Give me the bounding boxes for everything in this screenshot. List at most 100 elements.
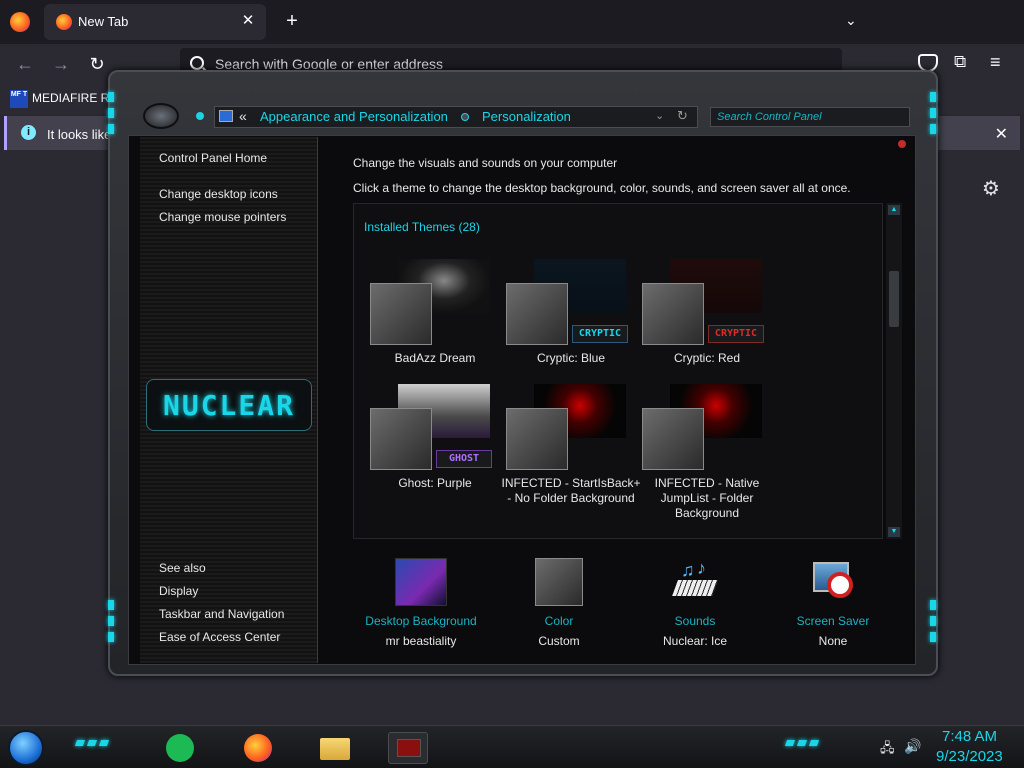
theme-swatch xyxy=(506,283,568,345)
sidebar-item-ease-of-access[interactable]: Ease of Access Center xyxy=(159,630,280,644)
notification-text: It looks like xyxy=(47,127,112,142)
bookmark-mediafire[interactable]: MEDIAFIRE RO xyxy=(32,91,119,105)
theme-swatch xyxy=(642,283,704,345)
start-button[interactable] xyxy=(8,730,44,766)
desktop-background-item[interactable]: Desktop Background mr beastiality xyxy=(356,558,486,648)
theme-name: INFECTED - Native JumpList - Folder Back… xyxy=(654,476,760,520)
clock-date[interactable]: 9/23/2023 xyxy=(936,748,1003,765)
firefox-favicon-icon xyxy=(56,14,72,30)
nuclear-logo-text: NUCLEAR xyxy=(162,388,295,422)
mediafire-icon: MF T xyxy=(10,90,28,108)
sidebar-item-home[interactable]: Control Panel Home xyxy=(159,151,267,165)
close-dot-icon[interactable] xyxy=(898,140,906,148)
theme-tag: CRYPTIC xyxy=(572,325,628,343)
forward-button[interactable]: → xyxy=(50,54,72,76)
desktop-background-value: mr beastiality xyxy=(385,634,457,648)
theme-ghost-purple[interactable]: GHOST Ghost: Purple xyxy=(370,384,500,514)
page-subtitle: Click a theme to change the desktop back… xyxy=(353,181,851,195)
breadcrumb-personalization[interactable]: Personalization xyxy=(482,109,571,124)
frame-led xyxy=(930,108,936,118)
list-tabs-button[interactable]: ⌄ xyxy=(845,12,857,29)
screen-saver-item[interactable]: Screen Saver None xyxy=(768,558,898,648)
network-icon[interactable]: 🖧 xyxy=(880,739,895,761)
sidebar-item-taskbar[interactable]: Taskbar and Navigation xyxy=(159,607,284,621)
forward-dot-icon[interactable] xyxy=(196,112,204,120)
gear-icon[interactable]: ⚙ xyxy=(982,176,1000,201)
theme-name: BadAzz Dream xyxy=(394,351,476,365)
theme-swatch xyxy=(370,283,432,345)
taskbar-led xyxy=(808,740,820,746)
theme-swatch xyxy=(370,408,432,470)
extensions-icon[interactable]: ⧉ xyxy=(954,52,966,72)
sidebar: Control Panel Home Change desktop icons … xyxy=(140,137,318,663)
tab-new-tab[interactable]: New Tab ✕ xyxy=(44,4,266,40)
screen-saver-value: None xyxy=(818,634,848,648)
frame-led xyxy=(930,92,936,102)
volume-icon[interactable]: 🔊 xyxy=(904,738,921,755)
theme-tag: CRYPTIC xyxy=(708,325,764,343)
refresh-icon[interactable]: ↻ xyxy=(677,108,688,124)
control-panel-icon xyxy=(397,739,421,757)
breadcrumb-separator-icon xyxy=(461,113,469,121)
hamburger-menu-icon[interactable]: ≡ xyxy=(990,52,1001,73)
color-link[interactable]: Color xyxy=(494,614,624,628)
frame-led xyxy=(108,632,114,642)
tab-title: New Tab xyxy=(78,14,129,29)
sounds-link[interactable]: Sounds xyxy=(630,614,760,628)
frame-led xyxy=(930,632,936,642)
chevron-left-icon[interactable]: « xyxy=(239,108,247,124)
frame-led xyxy=(108,600,114,610)
theme-infected-startisback[interactable]: INFECTED - StartIsBack+ - No Folder Back… xyxy=(501,384,641,514)
chevron-down-icon[interactable]: ⌄ xyxy=(655,109,664,122)
firefox-icon[interactable] xyxy=(10,12,30,32)
scroll-up-button[interactable]: ▲ xyxy=(888,205,900,215)
breadcrumb-appearance[interactable]: Appearance and Personalization xyxy=(260,109,448,124)
theme-cryptic-blue[interactable]: CRYPTIC Cryptic: Blue xyxy=(506,259,636,389)
theme-tag: GHOST xyxy=(436,450,492,468)
themes-scrollbar[interactable]: ▲ ▼ xyxy=(886,203,902,539)
theme-badazz-dream[interactable]: BadAzz Dream xyxy=(370,259,500,389)
theme-swatch xyxy=(506,408,568,470)
browser-tab-bar: New Tab ✕ + ⌄ xyxy=(0,0,1024,44)
firefox-icon xyxy=(244,734,272,762)
nuclear-logo: NUCLEAR xyxy=(146,379,312,431)
theme-name: Cryptic: Blue xyxy=(536,351,606,365)
color-item[interactable]: Color Custom xyxy=(494,558,624,648)
file-explorer-app-button[interactable] xyxy=(314,732,354,764)
back-orb-icon[interactable] xyxy=(143,103,179,129)
sounds-value: Nuclear: Ice xyxy=(662,634,728,648)
theme-infected-jumplist[interactable]: INFECTED - Native JumpList - Folder Back… xyxy=(642,384,772,520)
taskbar-led xyxy=(74,740,86,746)
screen-saver-icon xyxy=(807,558,859,606)
close-tab-button[interactable]: ✕ xyxy=(238,11,258,31)
sidebar-item-desktop-icons[interactable]: Change desktop icons xyxy=(159,187,278,201)
desktop-background-link[interactable]: Desktop Background xyxy=(356,614,486,628)
scroll-thumb[interactable] xyxy=(889,271,899,327)
search-control-panel-input[interactable]: Search Control Panel xyxy=(710,107,910,127)
spotify-icon xyxy=(166,734,194,762)
new-tab-button[interactable]: + xyxy=(280,10,304,32)
color-value: Custom xyxy=(538,634,580,648)
see-also-heading: See also xyxy=(159,561,206,575)
firefox-app-button[interactable] xyxy=(238,732,278,764)
frame-led xyxy=(108,124,114,134)
info-icon: i xyxy=(21,125,36,140)
folder-icon xyxy=(320,738,350,760)
control-panel-app-button[interactable] xyxy=(388,732,428,764)
reload-button[interactable]: ↻ xyxy=(86,54,108,76)
sounds-item[interactable]: ♫ ♪ Sounds Nuclear: Ice xyxy=(630,558,760,648)
clock-time[interactable]: 7:48 AM xyxy=(942,728,997,745)
spotify-app-button[interactable] xyxy=(160,732,200,764)
screen-saver-link[interactable]: Screen Saver xyxy=(768,614,898,628)
frame-led xyxy=(930,600,936,610)
sidebar-item-mouse-pointers[interactable]: Change mouse pointers xyxy=(159,210,286,224)
scroll-down-button[interactable]: ▼ xyxy=(888,527,900,537)
address-bar[interactable]: « Appearance and Personalization Persona… xyxy=(214,106,698,128)
back-button[interactable]: ← xyxy=(14,54,36,76)
theme-cryptic-red[interactable]: CRYPTIC Cryptic: Red xyxy=(642,259,772,389)
notification-close-button[interactable]: ✕ xyxy=(995,124,1008,144)
taskbar-led xyxy=(98,740,110,746)
theme-name: INFECTED - StartIsBack+ - No Folder Back… xyxy=(501,476,641,505)
sidebar-item-display[interactable]: Display xyxy=(159,584,198,598)
control-panel-icon xyxy=(219,110,233,122)
